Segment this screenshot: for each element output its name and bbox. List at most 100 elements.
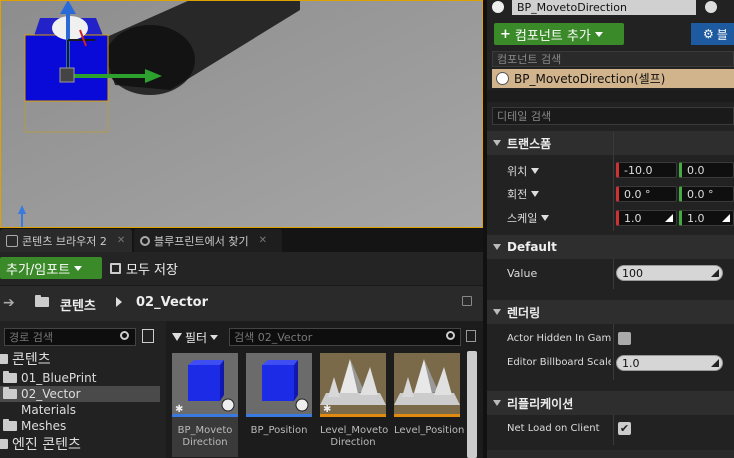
lock-icon[interactable] — [462, 296, 472, 306]
section-title: 트랜스폼 — [507, 136, 552, 151]
section-title: 리플리케이션 — [507, 396, 574, 411]
value-field[interactable]: 100 — [616, 265, 723, 281]
actor-hidden-label: Actor Hidden In Game — [507, 333, 611, 344]
tab-content-browser-2[interactable]: 콘텐츠 브라우저 2 ✕ — [0, 229, 132, 252]
resize-icon — [711, 359, 719, 367]
tree-item-meshes[interactable]: Meshes — [0, 418, 66, 434]
path-search-input[interactable]: 경로 검색 — [4, 328, 136, 346]
asset-label: BP_Moveto — [177, 425, 233, 436]
actor-sphere-icon — [496, 72, 509, 85]
section-replication[interactable]: 리플리케이션 — [487, 391, 734, 415]
collapse-arrow-icon — [493, 140, 501, 146]
add-component-button[interactable]: + 컴포넌트 추가 — [494, 23, 624, 45]
asset-label: Level_Moveto — [320, 425, 389, 436]
tree-item-materials[interactable]: Materials — [0, 402, 76, 418]
collapse-arrow-icon — [493, 400, 501, 406]
save-search-icon[interactable] — [466, 330, 476, 342]
plus-icon: + — [500, 26, 511, 42]
net-load-checkbox[interactable]: ✔ — [618, 422, 631, 435]
tab-label: 블루프린트에서 찾기 — [154, 234, 249, 248]
detail-search-input[interactable]: 디테일 검색 — [492, 107, 734, 125]
close-icon[interactable]: ✕ — [259, 235, 267, 246]
blueprint-script-button[interactable]: ⚙ 블 — [691, 23, 734, 45]
location-y-field[interactable]: 0.0 — [679, 162, 734, 178]
asset-level-moveto-direction[interactable]: ✱ Level_Moveto Direction — [320, 353, 389, 457]
save-all-button[interactable]: 모두 저장 — [110, 257, 178, 279]
filter-icon — [172, 333, 182, 341]
chevron-down-icon — [541, 215, 550, 221]
tree-item-01-blueprint[interactable]: 01_BluePrint — [0, 370, 96, 386]
add-import-button[interactable]: 추가/임포트 — [0, 257, 102, 279]
scale-y-field[interactable]: 1.0 — [679, 210, 734, 226]
tree-item-engine-content[interactable]: 엔진 콘텐츠 — [0, 436, 81, 453]
section-title: 렌더링 — [507, 305, 541, 320]
chevron-down-icon — [74, 265, 83, 271]
details-panel: BP_MovetoDirection + 컴포넌트 추가 ⚙ 블 컴포넌트 검색 … — [487, 0, 734, 458]
add-component-label: 컴포넌트 추가 — [514, 28, 591, 44]
resize-icon — [711, 269, 719, 277]
asset-view-pane: 필터 검색 02_Vector ✱ BP_Moveto Direction BP… — [166, 321, 483, 458]
panel-footer — [487, 450, 734, 458]
resize-icon — [665, 214, 673, 222]
checkmark-icon: ✔ — [619, 422, 630, 435]
filter-button[interactable]: 필터 — [172, 328, 219, 346]
tab-label: 콘텐츠 브라우저 2 — [22, 234, 107, 248]
content-browser-toolbar: 추가/임포트 모두 저장 — [0, 252, 483, 285]
gear-icon: ⚙ — [703, 27, 714, 41]
asset-level-position[interactable]: Level_Position — [394, 353, 464, 457]
rotation-y-field[interactable]: 0.0 ° — [679, 186, 734, 202]
location-label[interactable]: 위치 — [507, 163, 540, 179]
rotation-label[interactable]: 회전 — [507, 186, 540, 202]
asset-search-input[interactable]: 검색 02_Vector — [229, 328, 461, 346]
chevron-down-icon — [210, 334, 219, 340]
section-transform[interactable]: 트랜스폼 — [487, 131, 734, 155]
view-options-icon[interactable] — [142, 329, 154, 343]
value-label: Value — [507, 267, 538, 280]
svg-text:✱: ✱ — [323, 404, 331, 414]
blueprint-button-label: 블 — [716, 27, 728, 42]
asset-label-line2: Direction — [330, 437, 376, 448]
actor-hidden-checkbox[interactable] — [618, 332, 631, 345]
add-import-label: 추가/임포트 — [6, 262, 71, 278]
scale-label[interactable]: 스케일 — [507, 210, 550, 226]
chevron-down-icon — [531, 168, 540, 174]
component-search-input[interactable]: 컴포넌트 검색 — [492, 51, 734, 67]
actor-options-icon[interactable] — [705, 1, 717, 13]
asset-label: Level_Position — [394, 425, 465, 436]
actor-name-field[interactable]: BP_MovetoDirection — [512, 0, 696, 15]
breadcrumb-02-vector[interactable]: 02_Vector — [136, 295, 208, 310]
breadcrumb-separator-icon — [116, 297, 122, 307]
panel-splitter[interactable] — [483, 0, 487, 458]
component-list-scroll — [487, 90, 734, 102]
net-load-label: Net Load on Client — [507, 423, 600, 434]
section-title: Default — [507, 240, 557, 254]
forward-arrow-icon[interactable]: ➔ — [3, 295, 15, 311]
asset-thumbnail — [394, 353, 460, 417]
search-icon — [446, 331, 455, 340]
close-icon[interactable]: ✕ — [117, 235, 125, 246]
chevron-down-icon — [531, 191, 540, 197]
level-viewport[interactable] — [0, 0, 483, 228]
section-default[interactable]: Default — [487, 235, 734, 259]
component-self-item[interactable]: BP_MovetoDirection(셀프) — [492, 69, 734, 88]
asset-label-line2: Direction — [182, 437, 228, 448]
viewport-scene — [0, 0, 483, 228]
collapse-arrow-icon — [493, 309, 501, 315]
rotation-x-field[interactable]: 0.0 ° — [616, 186, 677, 202]
tree-item-content[interactable]: 콘텐츠 — [0, 351, 51, 368]
asset-bp-moveto-direction[interactable]: ✱ BP_Moveto Direction — [172, 353, 238, 457]
search-icon — [140, 235, 150, 246]
breadcrumb-content[interactable]: 콘텐츠 — [60, 295, 96, 314]
asset-label: BP_Position — [250, 425, 308, 436]
location-x-field[interactable]: -10.0 — [616, 162, 677, 178]
scale-x-field[interactable]: 1.0 — [616, 210, 677, 226]
tree-item-02-vector[interactable]: 02_Vector — [0, 386, 160, 402]
path-bar: ➔ 콘텐츠 02_Vector — [0, 285, 483, 322]
asset-scrollbar[interactable] — [467, 351, 477, 458]
self-component-label: BP_MovetoDirection(셀프) — [514, 72, 666, 86]
asset-thumbnail — [246, 353, 312, 417]
asset-bp-position[interactable]: BP_Position — [246, 353, 312, 457]
tab-find-in-blueprints[interactable]: 블루프린트에서 찾기 ✕ — [134, 229, 282, 252]
billboard-scale-field[interactable]: 1.0 — [616, 355, 723, 371]
section-rendering[interactable]: 렌더링 — [487, 300, 734, 324]
